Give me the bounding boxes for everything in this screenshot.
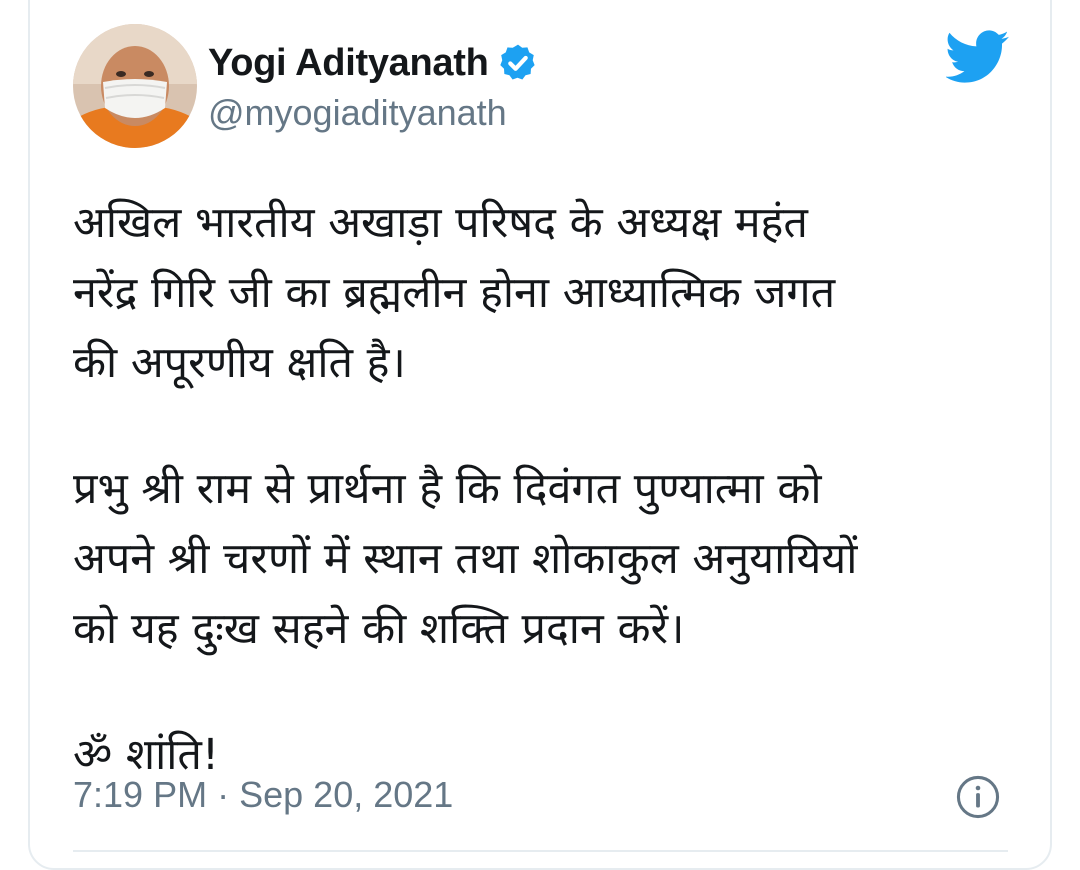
avatar[interactable] bbox=[73, 24, 197, 148]
author-handle[interactable]: @myogiadityanath bbox=[208, 92, 507, 134]
twitter-bird-icon[interactable] bbox=[944, 30, 1010, 84]
display-name[interactable]: Yogi Adityanath bbox=[208, 42, 489, 85]
author-name-row[interactable]: Yogi Adityanath bbox=[208, 38, 539, 88]
tweet-line: अपने श्री चरणों में स्थान तथा शोकाकुल अन… bbox=[73, 534, 858, 584]
tweet-date: Sep 20, 2021 bbox=[239, 774, 454, 815]
tweet-line: प्रभु श्री राम से प्रार्थना है कि दिवंगत… bbox=[73, 464, 822, 514]
tweet-line: अखिल भारतीय अखाड़ा परिषद के अध्यक्ष महंत bbox=[73, 198, 808, 248]
meta-separator: · bbox=[217, 774, 230, 815]
tweet-line: की अपूरणीय क्षति है। bbox=[73, 338, 406, 388]
tweet-time: 7:19 PM bbox=[73, 774, 208, 815]
tweet-text: अखिल भारतीय अखाड़ा परिषद के अध्यक्ष महंत… bbox=[73, 188, 1033, 790]
tweet-line: को यह दुःख सहने की शक्ति प्रदान करें। bbox=[73, 604, 685, 654]
tweet-line: नरेंद्र गिरि जी का ब्रह्मलीन होना आध्यात… bbox=[73, 268, 836, 318]
divider bbox=[73, 850, 1008, 852]
tweet-timestamp[interactable]: 7:19 PM · Sep 20, 2021 bbox=[73, 774, 453, 816]
verified-badge-icon bbox=[497, 42, 539, 84]
profile-photo bbox=[73, 24, 197, 148]
info-icon[interactable] bbox=[955, 774, 1001, 820]
